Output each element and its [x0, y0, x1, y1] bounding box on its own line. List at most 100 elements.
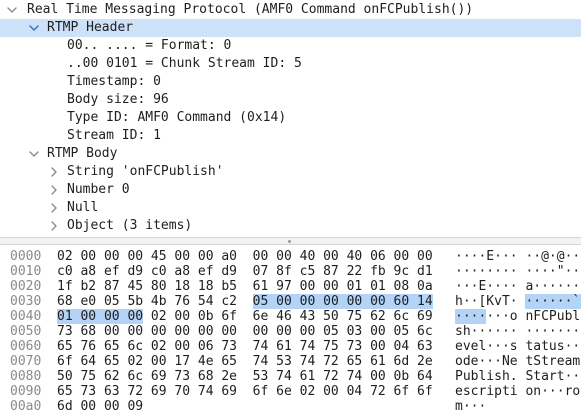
tree-item-null[interactable]: Null [0, 199, 581, 217]
chevron-right-icon[interactable] [51, 217, 57, 235]
hex-ascii[interactable]: m··· [455, 399, 486, 414]
splitter-handle-icon [288, 239, 291, 243]
hex-bytes-segment[interactable]: 50 75 62 6c 69 73 68 2e 53 74 61 72 74 0… [57, 369, 433, 384]
hex-bytes[interactable]: 01 00 00 00 02 00 0b 6f 6e 46 43 50 75 6… [57, 309, 433, 324]
hex-bytes-segment[interactable]: 65 73 63 72 69 70 74 69 6f 6e 02 00 04 7… [57, 384, 433, 399]
hex-row: 0060 65 76 65 6c 02 00 06 73 74 61 74 75 … [0, 339, 581, 354]
tree-item-type-id[interactable]: Type ID: AMF0 Command (0x14) [0, 109, 581, 127]
hex-bytes-segment[interactable]: 02 00 00 00 45 00 00 a0 00 00 40 00 40 0… [57, 249, 433, 264]
tree-item-label: RTMP Body [47, 146, 118, 161]
hex-row: 0020 1f b2 87 45 80 18 18 b5 61 97 00 00 … [0, 279, 581, 294]
hex-bytes[interactable]: 02 00 00 00 45 00 00 a0 00 00 40 00 40 0… [57, 249, 433, 264]
tree-item-stream-id[interactable]: Stream ID: 1 [0, 127, 581, 145]
tree-item-rtmp-body[interactable]: RTMP Body [0, 145, 581, 163]
hex-ascii-segment[interactable]: m··· [455, 399, 486, 414]
hex-offset: 0090 [10, 384, 42, 399]
hex-ascii[interactable]: evel···s tatus··c [455, 339, 581, 354]
hex-bytes-segment-selected[interactable]: 01 00 00 00 [57, 309, 144, 324]
hex-ascii-segment[interactable]: sh······ ·······l [455, 324, 581, 339]
hex-bytes-segment[interactable]: 65 76 65 6c 02 00 06 73 74 61 74 75 73 0… [57, 339, 433, 354]
hex-ascii-segment-selected[interactable]: ···· [455, 309, 487, 324]
hex-ascii[interactable]: ode···Ne tStream. [455, 354, 581, 369]
chevron-right-icon[interactable] [51, 199, 57, 217]
hex-ascii[interactable]: ···E···· a······· [455, 279, 581, 294]
hex-offset: 0050 [10, 324, 42, 339]
tree-item-label: Object (3 items) [67, 218, 193, 233]
hex-ascii-segment[interactable]: Publish. Start··d [455, 369, 581, 384]
hex-bytes-segment[interactable]: 1f b2 87 45 80 18 18 b5 61 97 00 00 01 0… [57, 279, 433, 294]
tree-item-label: Real Time Messaging Protocol (AMF0 Comma… [27, 2, 474, 17]
tree-item-format[interactable]: 00.. .... = Format: 0 [0, 37, 581, 55]
tree-item-label: Number 0 [67, 182, 130, 197]
tree-item-number[interactable]: Number 0 [0, 181, 581, 199]
hex-ascii[interactable]: ········ ····"··· [455, 264, 581, 279]
hex-bytes[interactable]: 73 68 00 00 00 00 00 00 00 00 00 05 03 0… [57, 324, 433, 339]
hex-row: 0050 73 68 00 00 00 00 00 00 00 00 00 05 … [0, 324, 581, 339]
hex-row: 0030 68 e0 05 5b 4b 76 54 c2 05 00 00 00 … [0, 294, 581, 309]
hex-offset: 0030 [10, 294, 42, 309]
hex-offset: 0000 [10, 249, 42, 264]
tree-item-label: RTMP Header [47, 20, 134, 35]
packet-bytes-pane[interactable]: 0000 02 00 00 00 45 00 00 a0 00 00 40 00 … [0, 245, 581, 416]
chevron-down-icon[interactable] [29, 19, 39, 37]
hex-ascii-segment[interactable]: escripti on···roo [455, 384, 581, 399]
hex-bytes[interactable]: 68 e0 05 5b 4b 76 54 c2 05 00 00 00 00 0… [57, 294, 433, 309]
tree-item-rtmp-protocol[interactable]: Real Time Messaging Protocol (AMF0 Comma… [0, 1, 581, 19]
packet-details-pane[interactable]: Real Time Messaging Protocol (AMF0 Comma… [0, 0, 581, 237]
tree-item-label: Body size: 96 [67, 92, 169, 107]
hex-offset: 0060 [10, 339, 42, 354]
tree-item-rtmp-header[interactable]: RTMP Header [0, 19, 581, 37]
tree-item-body-size[interactable]: Body size: 96 [0, 91, 581, 109]
hex-offset: 0010 [10, 264, 42, 279]
hex-bytes[interactable]: 6d 00 00 09 [57, 399, 143, 414]
hex-ascii-segment[interactable]: ····E··· ··@·@··· [455, 249, 581, 264]
hex-bytes-segment[interactable]: 73 68 00 00 00 00 00 00 00 00 00 05 03 0… [57, 324, 433, 339]
hex-offset: 0070 [10, 354, 42, 369]
hex-row: 0080 50 75 62 6c 69 73 68 2e 53 74 61 72 … [0, 369, 581, 384]
chevron-right-icon[interactable] [51, 163, 57, 181]
hex-offset: 0020 [10, 279, 42, 294]
hex-bytes[interactable]: 50 75 62 6c 69 73 68 2e 53 74 61 72 74 0… [57, 369, 433, 384]
hex-ascii-segment[interactable]: evel···s tatus··c [455, 339, 581, 354]
hex-bytes[interactable]: 65 76 65 6c 02 00 06 73 74 61 74 75 73 0… [57, 339, 433, 354]
hex-offset: 00a0 [10, 399, 42, 414]
tree-item-object[interactable]: Object (3 items) [0, 217, 581, 235]
hex-ascii-segment[interactable]: ···o nFCPubli [486, 309, 581, 324]
hex-ascii[interactable]: Publish. Start··d [455, 369, 581, 384]
chevron-right-icon[interactable] [51, 181, 57, 199]
hex-ascii[interactable]: sh······ ·······l [455, 324, 581, 339]
chevron-down-icon[interactable] [7, 1, 17, 19]
tree-item-label: Type ID: AMF0 Command (0x14) [67, 110, 287, 125]
hex-bytes[interactable]: 65 73 63 72 69 70 74 69 6f 6e 02 00 04 7… [57, 384, 433, 399]
hex-bytes-segment[interactable]: 6f 64 65 02 00 17 4e 65 74 53 74 72 65 6… [57, 354, 433, 369]
tree-item-label: Timestamp: 0 [67, 74, 161, 89]
tree-item-string[interactable]: String 'onFCPublish' [0, 163, 581, 181]
hex-ascii-segment[interactable]: ode···Ne tStream. [455, 354, 581, 369]
hex-bytes-segment-selected[interactable]: 05 00 00 00 00 00 60 14 [252, 294, 433, 309]
hex-ascii[interactable]: escripti on···roo [455, 384, 581, 399]
hex-bytes-segment[interactable]: c0 a8 ef d9 c0 a8 ef d9 07 8f c5 87 22 f… [57, 264, 433, 279]
tree-item-chunk-stream-id[interactable]: ..00 0101 = Chunk Stream ID: 5 [0, 55, 581, 73]
hex-bytes-segment[interactable]: 68 e0 05 5b 4b 76 54 c2 [57, 294, 253, 309]
hex-bytes[interactable]: 1f b2 87 45 80 18 18 b5 61 97 00 00 01 0… [57, 279, 433, 294]
hex-ascii-segment[interactable]: ···E···· a······· [455, 279, 581, 294]
hex-ascii[interactable]: h··[KvT· ······`· [455, 294, 581, 309]
hex-ascii-segment[interactable]: ········ ····"··· [455, 264, 581, 279]
hex-bytes-segment[interactable]: 6d 00 00 09 [57, 399, 143, 414]
hex-bytes[interactable]: 6f 64 65 02 00 17 4e 65 74 53 74 72 65 6… [57, 354, 433, 369]
hex-ascii-segment-selected[interactable]: ······`· [525, 294, 581, 309]
tree-item-label: 00.. .... = Format: 0 [67, 38, 232, 53]
hex-row: 0090 65 73 63 72 69 70 74 69 6f 6e 02 00 … [0, 384, 581, 399]
hex-bytes-segment[interactable]: 02 00 0b 6f 6e 46 43 50 75 62 6c 69 [143, 309, 433, 324]
chevron-down-icon[interactable] [29, 145, 39, 163]
tree-item-timestamp[interactable]: Timestamp: 0 [0, 73, 581, 91]
tree-item-label: Null [67, 200, 99, 215]
hex-row: 0040 01 00 00 00 02 00 0b 6f 6e 46 43 50 … [0, 309, 581, 324]
hex-offset: 0040 [10, 309, 42, 324]
hex-ascii[interactable]: ····E··· ··@·@··· [455, 249, 581, 264]
hex-ascii[interactable]: ·······o nFCPubli [455, 309, 581, 324]
hex-row: 00a0 6d 00 00 09 m··· [0, 399, 581, 414]
hex-ascii-segment[interactable]: h··[KvT· [455, 294, 525, 309]
pane-splitter[interactable] [0, 237, 581, 245]
hex-bytes[interactable]: c0 a8 ef d9 c0 a8 ef d9 07 8f c5 87 22 f… [57, 264, 433, 279]
